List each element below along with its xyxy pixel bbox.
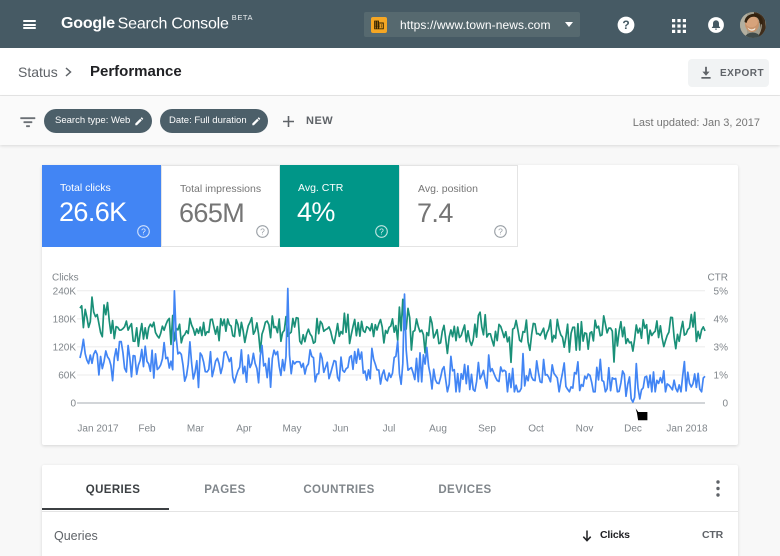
svg-text:3%: 3%: [714, 342, 729, 353]
svg-text:Jan 2017: Jan 2017: [77, 424, 119, 435]
svg-text:?: ?: [260, 227, 265, 237]
svg-text:Clicks: Clicks: [52, 273, 79, 284]
svg-text:Jun: Jun: [332, 424, 348, 435]
svg-text:?: ?: [141, 227, 146, 237]
svg-text:0: 0: [70, 399, 76, 410]
svg-text:120K: 120K: [53, 342, 77, 353]
svg-text:Jan 2018: Jan 2018: [666, 424, 708, 435]
svg-text:4%: 4%: [714, 314, 729, 325]
svg-text:Mar: Mar: [187, 424, 205, 435]
svg-text:180K: 180K: [53, 314, 77, 325]
svg-text:Apr: Apr: [236, 424, 252, 435]
svg-text:5%: 5%: [714, 286, 729, 297]
svg-text:?: ?: [379, 227, 384, 237]
svg-text:Sep: Sep: [478, 424, 496, 435]
svg-text:Nov: Nov: [576, 424, 594, 435]
svg-text:?: ?: [622, 18, 629, 32]
svg-text:CTR: CTR: [707, 273, 728, 284]
svg-text:Oct: Oct: [528, 424, 544, 435]
svg-text:Jul: Jul: [383, 424, 396, 435]
svg-text:1%: 1%: [714, 371, 729, 382]
svg-text:Feb: Feb: [138, 424, 156, 435]
svg-text:Aug: Aug: [429, 424, 447, 435]
svg-text:0: 0: [722, 399, 728, 410]
svg-text:Dec: Dec: [624, 424, 642, 435]
svg-text:?: ?: [498, 227, 503, 237]
svg-text:May: May: [283, 424, 302, 435]
svg-text:240K: 240K: [53, 286, 77, 297]
svg-text:60K: 60K: [58, 371, 76, 382]
